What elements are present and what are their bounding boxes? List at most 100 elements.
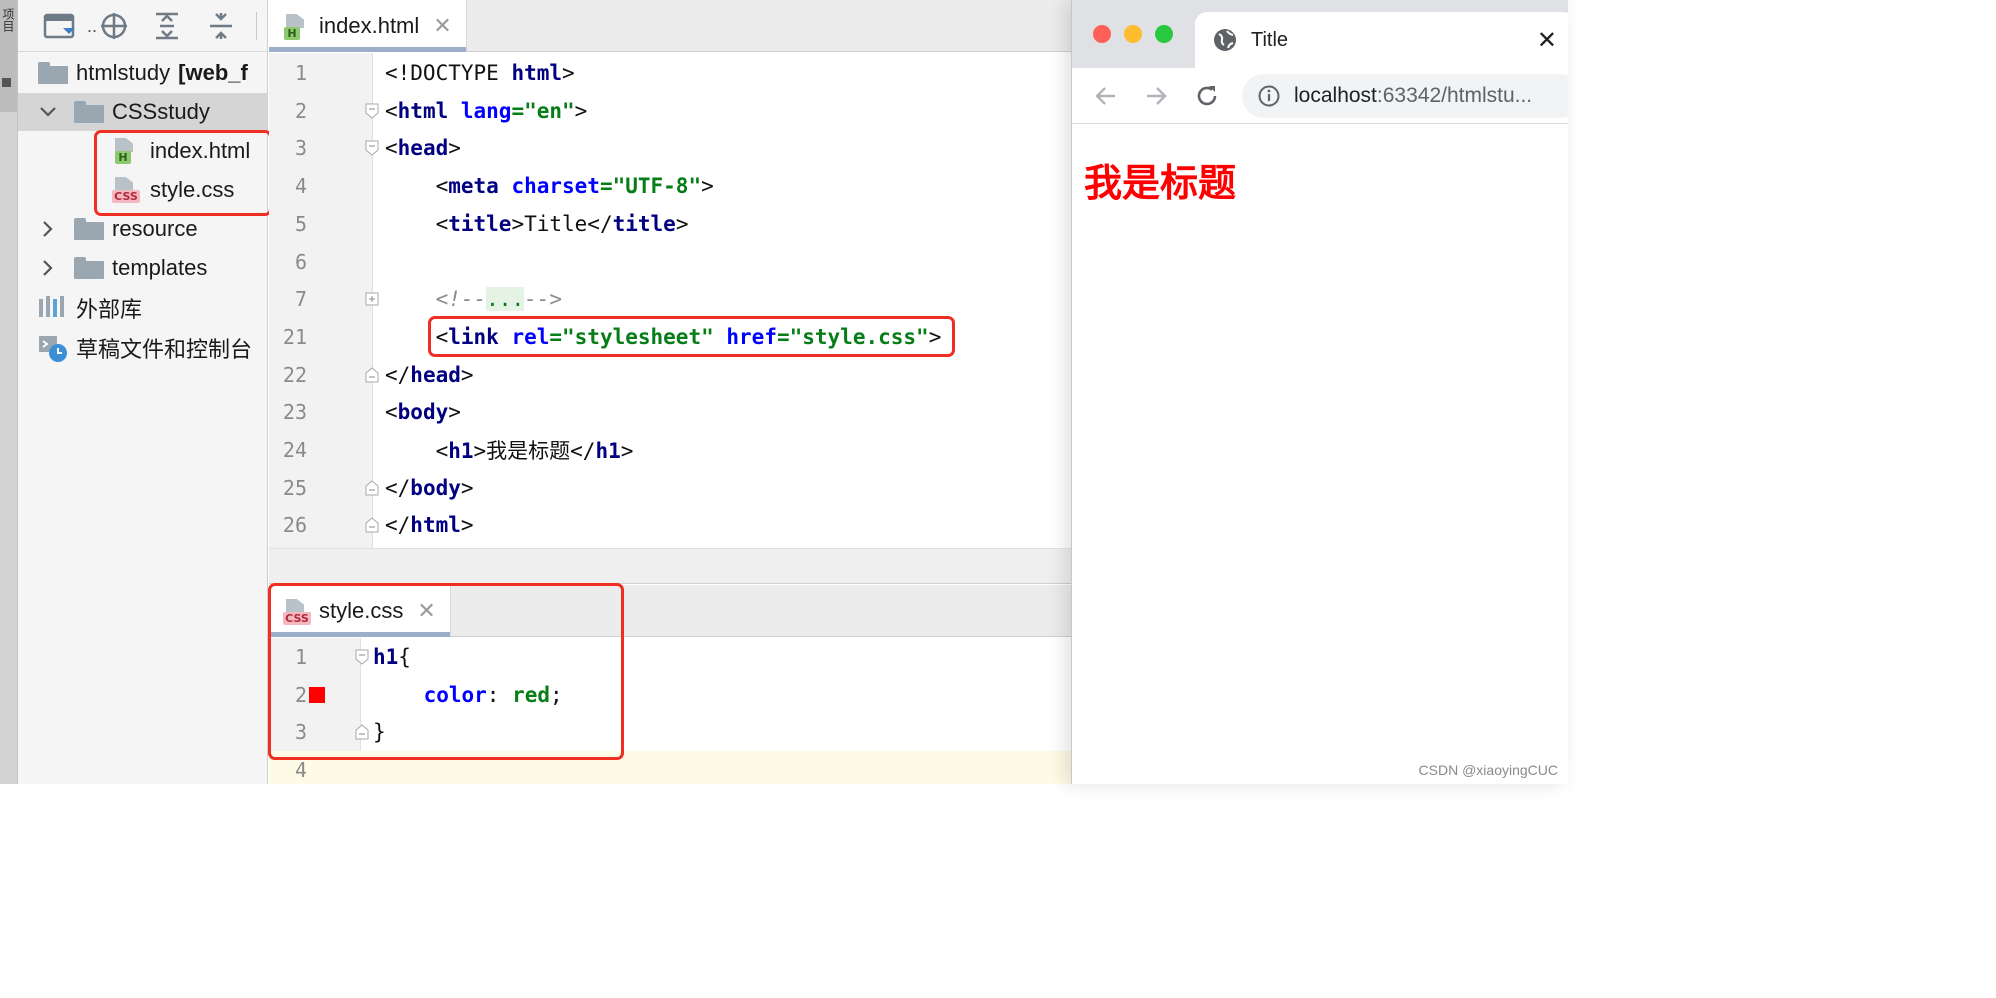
html-file-icon: H [283, 12, 313, 40]
chevron-down-icon[interactable] [38, 102, 58, 122]
collapse-all-button[interactable] [205, 10, 237, 42]
tree-item-label: resource [112, 216, 198, 241]
tree-item-label: 外部库 [76, 297, 143, 322]
fold-collapse-icon[interactable] [355, 649, 369, 665]
tab-index-html[interactable]: H index.html ✕ [269, 0, 467, 52]
folder-icon [74, 255, 104, 281]
code-line[interactable]: 3 <head> [269, 129, 1071, 167]
code-line[interactable]: 2 color: red; [269, 676, 1071, 714]
arrow-left-icon [1095, 87, 1115, 105]
tree-item-cssstudy[interactable]: CSSstudy [18, 93, 267, 131]
tree-item-root[interactable]: htmlstudy [web_f [18, 54, 267, 92]
line-number: 2 [294, 682, 307, 707]
code-text: </body> [385, 475, 474, 500]
reload-button[interactable] [1191, 80, 1223, 112]
tab-label: index.html [319, 13, 420, 38]
code-line[interactable]: 1 <!DOCTYPE html> [269, 54, 1071, 92]
code-line[interactable]: 3} [269, 713, 1071, 751]
toolbar-dots: .. [86, 15, 97, 36]
chevron-right-icon[interactable] [38, 219, 58, 239]
code-text: <head> [385, 136, 461, 161]
expand-all-button[interactable] [151, 10, 183, 42]
line-number: 24 [282, 438, 307, 462]
fold-collapse-icon[interactable] [365, 366, 379, 383]
url-host: localhost [1294, 84, 1377, 107]
page-heading: 我是标题 [1084, 161, 1237, 205]
code-editor-style-css[interactable]: 1 h1{2 color: red; 3} 4 [269, 638, 1071, 784]
close-icon[interactable]: ✕ [433, 13, 451, 39]
code-text: <!--...--> [385, 287, 563, 312]
fold-collapse-icon[interactable] [365, 140, 379, 157]
project-panel: .. htmlstudy [web_f CSSstudy H index.htm… [18, 0, 268, 784]
code-line[interactable]: 24 <h1>我是标题</h1> [269, 431, 1071, 469]
tree-item-index-html[interactable]: H index.html [18, 132, 267, 170]
code-line[interactable]: 4 [269, 751, 1071, 784]
chevron-right-icon[interactable] [38, 258, 58, 278]
fold-collapse-icon[interactable] [365, 103, 379, 119]
tree-root-name: htmlstudy [76, 60, 171, 85]
tree-item-label: templates [112, 255, 208, 280]
code-line[interactable]: 2 <html lang="en"> [269, 92, 1071, 130]
fold-collapse-icon[interactable] [365, 517, 379, 533]
arrow-right-icon [1147, 87, 1167, 105]
close-window-button[interactable] [1093, 25, 1111, 43]
code-text: </html> [385, 513, 474, 538]
tree-item-label: index.html [150, 138, 251, 163]
browser-tab[interactable]: Title ✕ [1195, 12, 1568, 68]
fold-collapse-icon[interactable] [355, 724, 369, 740]
tab-style-css[interactable]: CSS style.css ✕ [269, 585, 451, 637]
tree-item-scratches[interactable]: 草稿文件和控制台 [18, 329, 267, 367]
project-toolbar: .. [18, 0, 267, 52]
address-bar[interactable]: localhost:63342/htmlstu... [1242, 74, 1568, 118]
tree-item-resource[interactable]: resource [18, 210, 267, 248]
maximize-window-button[interactable] [1155, 25, 1173, 43]
crosshair-icon [101, 13, 127, 39]
library-icon [38, 295, 68, 321]
line-number: 3 [294, 720, 307, 745]
tree-item-templates[interactable]: templates [18, 249, 267, 287]
browser-window: Title ✕ localhost:63342/htmlstu... 我是标题 [1071, 0, 1568, 784]
browser-toolbar: localhost:63342/htmlstu... [1072, 68, 1568, 124]
code-text: } [373, 720, 386, 745]
code-line[interactable]: 23 <body> [269, 393, 1071, 431]
code-editor-index-html[interactable]: 1 <!DOCTYPE html> 2 <html lang="en"> 3 <head>… [269, 53, 1071, 548]
info-icon[interactable] [1258, 85, 1280, 107]
close-icon[interactable]: ✕ [1537, 26, 1557, 55]
code-line[interactable]: 26 </html> [269, 506, 1071, 544]
code-line[interactable]: 25 </body> [269, 469, 1071, 507]
code-text: <html lang="en"> [385, 98, 588, 123]
editor-split-divider[interactable] [269, 548, 1071, 584]
css-file-icon: CSS [283, 597, 313, 625]
color-swatch-icon[interactable] [309, 686, 325, 703]
project-view-selector-button[interactable]: .. [40, 10, 100, 42]
code-text: h1{ [373, 645, 411, 669]
code-text: </head> [385, 362, 474, 387]
code-line[interactable]: 22 </head> [269, 356, 1071, 394]
project-tool-tab[interactable]: 项目 [0, 0, 17, 112]
fold-collapse-icon[interactable] [365, 480, 379, 496]
code-line[interactable]: 5 <title>Title</title> [269, 205, 1071, 243]
tree-item-style-css[interactable]: CSS style.css [18, 171, 267, 209]
folder-icon [38, 60, 68, 86]
tree-item-external-libraries[interactable]: 外部库 [18, 289, 267, 327]
code-line[interactable]: 7 <!--...--> [269, 280, 1071, 318]
code-line[interactable]: 6 [269, 243, 1071, 281]
minimize-window-button[interactable] [1124, 25, 1142, 43]
close-icon[interactable]: ✕ [417, 598, 435, 624]
code-text: color: red; [423, 682, 563, 707]
line-number: 22 [282, 362, 307, 387]
tree-item-label: style.css [150, 177, 235, 202]
fold-expand-icon[interactable] [365, 291, 379, 307]
expand-all-icon [156, 12, 178, 40]
watermark-text: CSDN @xiaoyingCUC [1418, 762, 1558, 778]
forward-button[interactable] [1140, 80, 1172, 112]
code-line[interactable]: 21 <link rel="stylesheet" href="style.cs… [269, 318, 1071, 356]
tree-root-module: [web_f [178, 60, 248, 85]
code-line[interactable]: 4 <meta charset="UTF-8"> [269, 167, 1071, 205]
code-line[interactable]: 1 h1{ [269, 638, 1071, 676]
toolbar-separator [256, 12, 257, 40]
line-number: 23 [282, 400, 307, 425]
locate-file-button[interactable] [98, 10, 130, 42]
back-button[interactable] [1090, 80, 1122, 112]
url-path: :63342/htmlstu... [1376, 84, 1533, 107]
